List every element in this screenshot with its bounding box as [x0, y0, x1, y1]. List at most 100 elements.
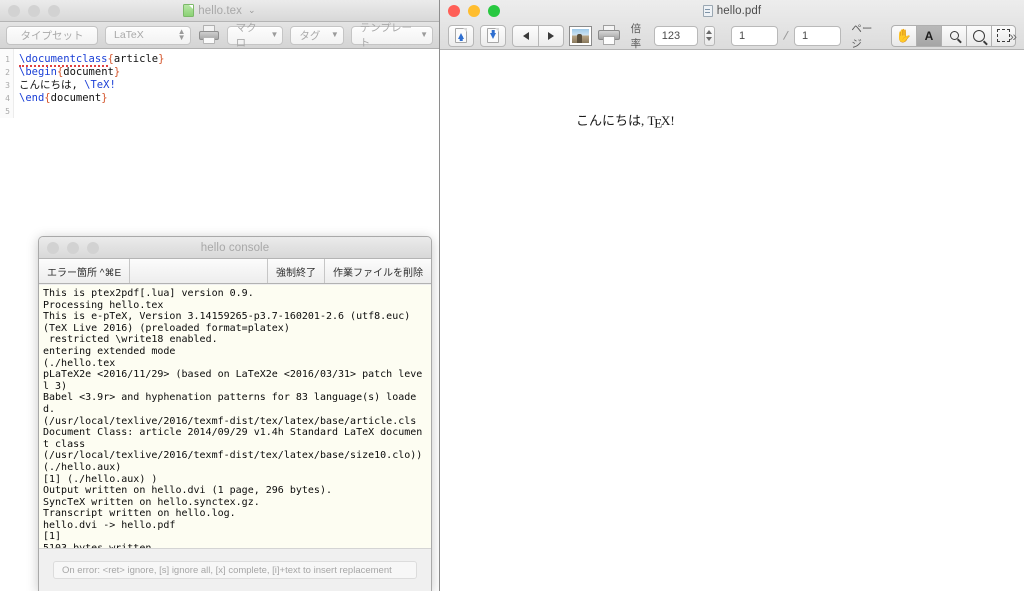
chevron-updown-icon: ▲ ▼ [177, 27, 186, 42]
chevron-down-icon: ▼ [270, 30, 279, 39]
page-up-icon [455, 28, 467, 43]
maximize-button[interactable] [87, 241, 99, 254]
editor-toolbar: タイプセット LaTeX ▲ ▼ マクロ ▼ タグ ▼ テンプレート ▼ [0, 22, 439, 49]
code-token: } [101, 92, 108, 104]
previous-page-button[interactable] [512, 24, 538, 47]
close-button[interactable] [47, 241, 59, 254]
macro-select-value: マクロ [235, 22, 257, 49]
chevron-down-icon: ▼ [330, 30, 339, 39]
code-token: \begin [19, 66, 57, 78]
chevron-down-icon: ▼ [420, 30, 428, 39]
pdf-print-button[interactable] [597, 25, 620, 46]
code-line[interactable]: こんにちは, \TeX! [19, 79, 439, 92]
line-number: 2 [5, 68, 10, 77]
maximize-button[interactable] [48, 4, 60, 17]
code-token: document [50, 92, 102, 104]
pdf-window-controls[interactable] [448, 5, 500, 17]
goto-error-button[interactable]: エラー箇所 ^⌘E [39, 259, 131, 283]
line-number: 3 [5, 81, 10, 90]
marquee-select-icon [997, 29, 1011, 42]
code-token: こんにちは, [19, 79, 85, 91]
hand-tool-icon: ✋ [895, 28, 913, 43]
code-line[interactable] [19, 105, 439, 118]
thumbnail-image-icon [569, 25, 592, 46]
template-select[interactable]: テンプレート ▼ [350, 22, 433, 49]
pdf-title-text: hello.pdf [716, 5, 762, 17]
code-token: } [113, 66, 121, 78]
title-chevron-down-icon[interactable]: ⌄ [248, 5, 256, 16]
maximize-button[interactable] [488, 5, 500, 17]
zoom-input[interactable]: 123 [653, 25, 698, 46]
text-select-icon: A [924, 28, 934, 43]
code-token: document [63, 66, 114, 78]
page-down-icon [487, 28, 499, 43]
console-titlebar: hello console [39, 237, 431, 259]
minimize-button[interactable] [468, 5, 480, 17]
previous-page-arrow-icon [522, 31, 529, 40]
editor-titlebar: hello.tex ⌄ [0, 0, 439, 22]
macro-select[interactable]: マクロ ▼ [226, 22, 284, 49]
console-log-output: This is ptex2pdf[.lua] version 0.9. Proc… [39, 285, 431, 548]
code-token: \TeX [84, 79, 110, 91]
zoom-label: 倍率 [630, 22, 642, 50]
zoom-stepper[interactable] [703, 25, 715, 46]
editor-title-text: hello.tex [198, 4, 243, 17]
hand-tool-button[interactable]: ✋ [891, 24, 917, 47]
code-line[interactable]: \begin{document} [19, 66, 439, 79]
code-lines[interactable]: \documentclass{article} \begin{document} こ… [14, 49, 439, 118]
total-page-display: 1 [794, 25, 842, 46]
editor-window-title: hello.tex ⌄ [0, 4, 439, 17]
template-select-value: テンプレート [359, 22, 412, 49]
editor-window-controls[interactable] [8, 4, 60, 17]
line-number-gutter: 1 2 3 4 5 [0, 49, 14, 118]
delete-work-files-button[interactable]: 作業ファイルを削除 [325, 259, 431, 283]
pdf-document-icon [702, 5, 713, 17]
code-line[interactable]: \end{document} [19, 92, 439, 105]
minimize-button[interactable] [28, 4, 40, 17]
console-status-bar: On error: <ret> ignore, [s] ignore all, … [39, 548, 431, 591]
pdf-text-suffix: X! [661, 113, 675, 128]
print-icon[interactable] [198, 25, 220, 45]
stepper-up-icon [706, 30, 713, 34]
pdf-page-canvas[interactable]: こんにちは, TEX! [440, 50, 1024, 591]
code-token: \documentclass [19, 53, 108, 67]
next-page-button[interactable] [538, 24, 564, 47]
format-select-value: LaTeX [114, 29, 144, 41]
zoom-out-tool-button[interactable] [941, 24, 967, 47]
next-page-arrow-icon [548, 31, 554, 40]
stepper-down-icon [706, 37, 713, 41]
close-button[interactable] [448, 5, 460, 17]
page-nav-group [512, 24, 564, 47]
toolbar-spacer [130, 259, 268, 283]
code-token: ! [109, 79, 116, 91]
minimize-button[interactable] [67, 241, 79, 254]
page-up-button[interactable] [448, 24, 474, 47]
current-page-input[interactable]: 1 [730, 25, 779, 46]
console-toolbar: エラー箇所 ^⌘E 強制終了 作業ファイルを削除 [39, 259, 431, 284]
page-down-button[interactable] [480, 24, 506, 47]
page-separator: / [782, 27, 790, 44]
code-line[interactable]: \documentclass{article} [19, 53, 439, 67]
console-window: hello console エラー箇所 ^⌘E 強制終了 作業ファイルを削除 T… [38, 236, 432, 591]
code-token: \end [19, 92, 45, 104]
format-select[interactable]: LaTeX ▲ ▼ [105, 25, 191, 45]
pdf-tool-group: ✋ A [891, 24, 1017, 47]
abort-button[interactable]: 強制終了 [268, 259, 325, 283]
thumbnail-button[interactable] [569, 25, 592, 46]
page-label: ページ [851, 22, 873, 50]
tag-select-value: タグ [299, 29, 321, 42]
pdf-text-prefix: こんにちは, T [576, 113, 656, 128]
line-number: 4 [5, 94, 10, 103]
zoom-in-tool-button[interactable] [966, 24, 992, 47]
console-window-controls[interactable] [47, 241, 99, 254]
typeset-button[interactable]: タイプセット [6, 25, 98, 45]
close-button[interactable] [8, 4, 20, 17]
line-number: 5 [5, 107, 10, 116]
line-number: 1 [5, 55, 10, 64]
pdf-rendered-text: こんにちは, TEX! [576, 110, 675, 131]
text-select-tool-button[interactable]: A [916, 24, 942, 47]
tag-select[interactable]: タグ ▼ [290, 25, 344, 45]
pdf-text-e: E [654, 115, 663, 131]
toolbar-overflow-button[interactable]: » [1009, 28, 1017, 44]
console-input-field[interactable]: On error: <ret> ignore, [s] ignore all, … [53, 561, 417, 579]
